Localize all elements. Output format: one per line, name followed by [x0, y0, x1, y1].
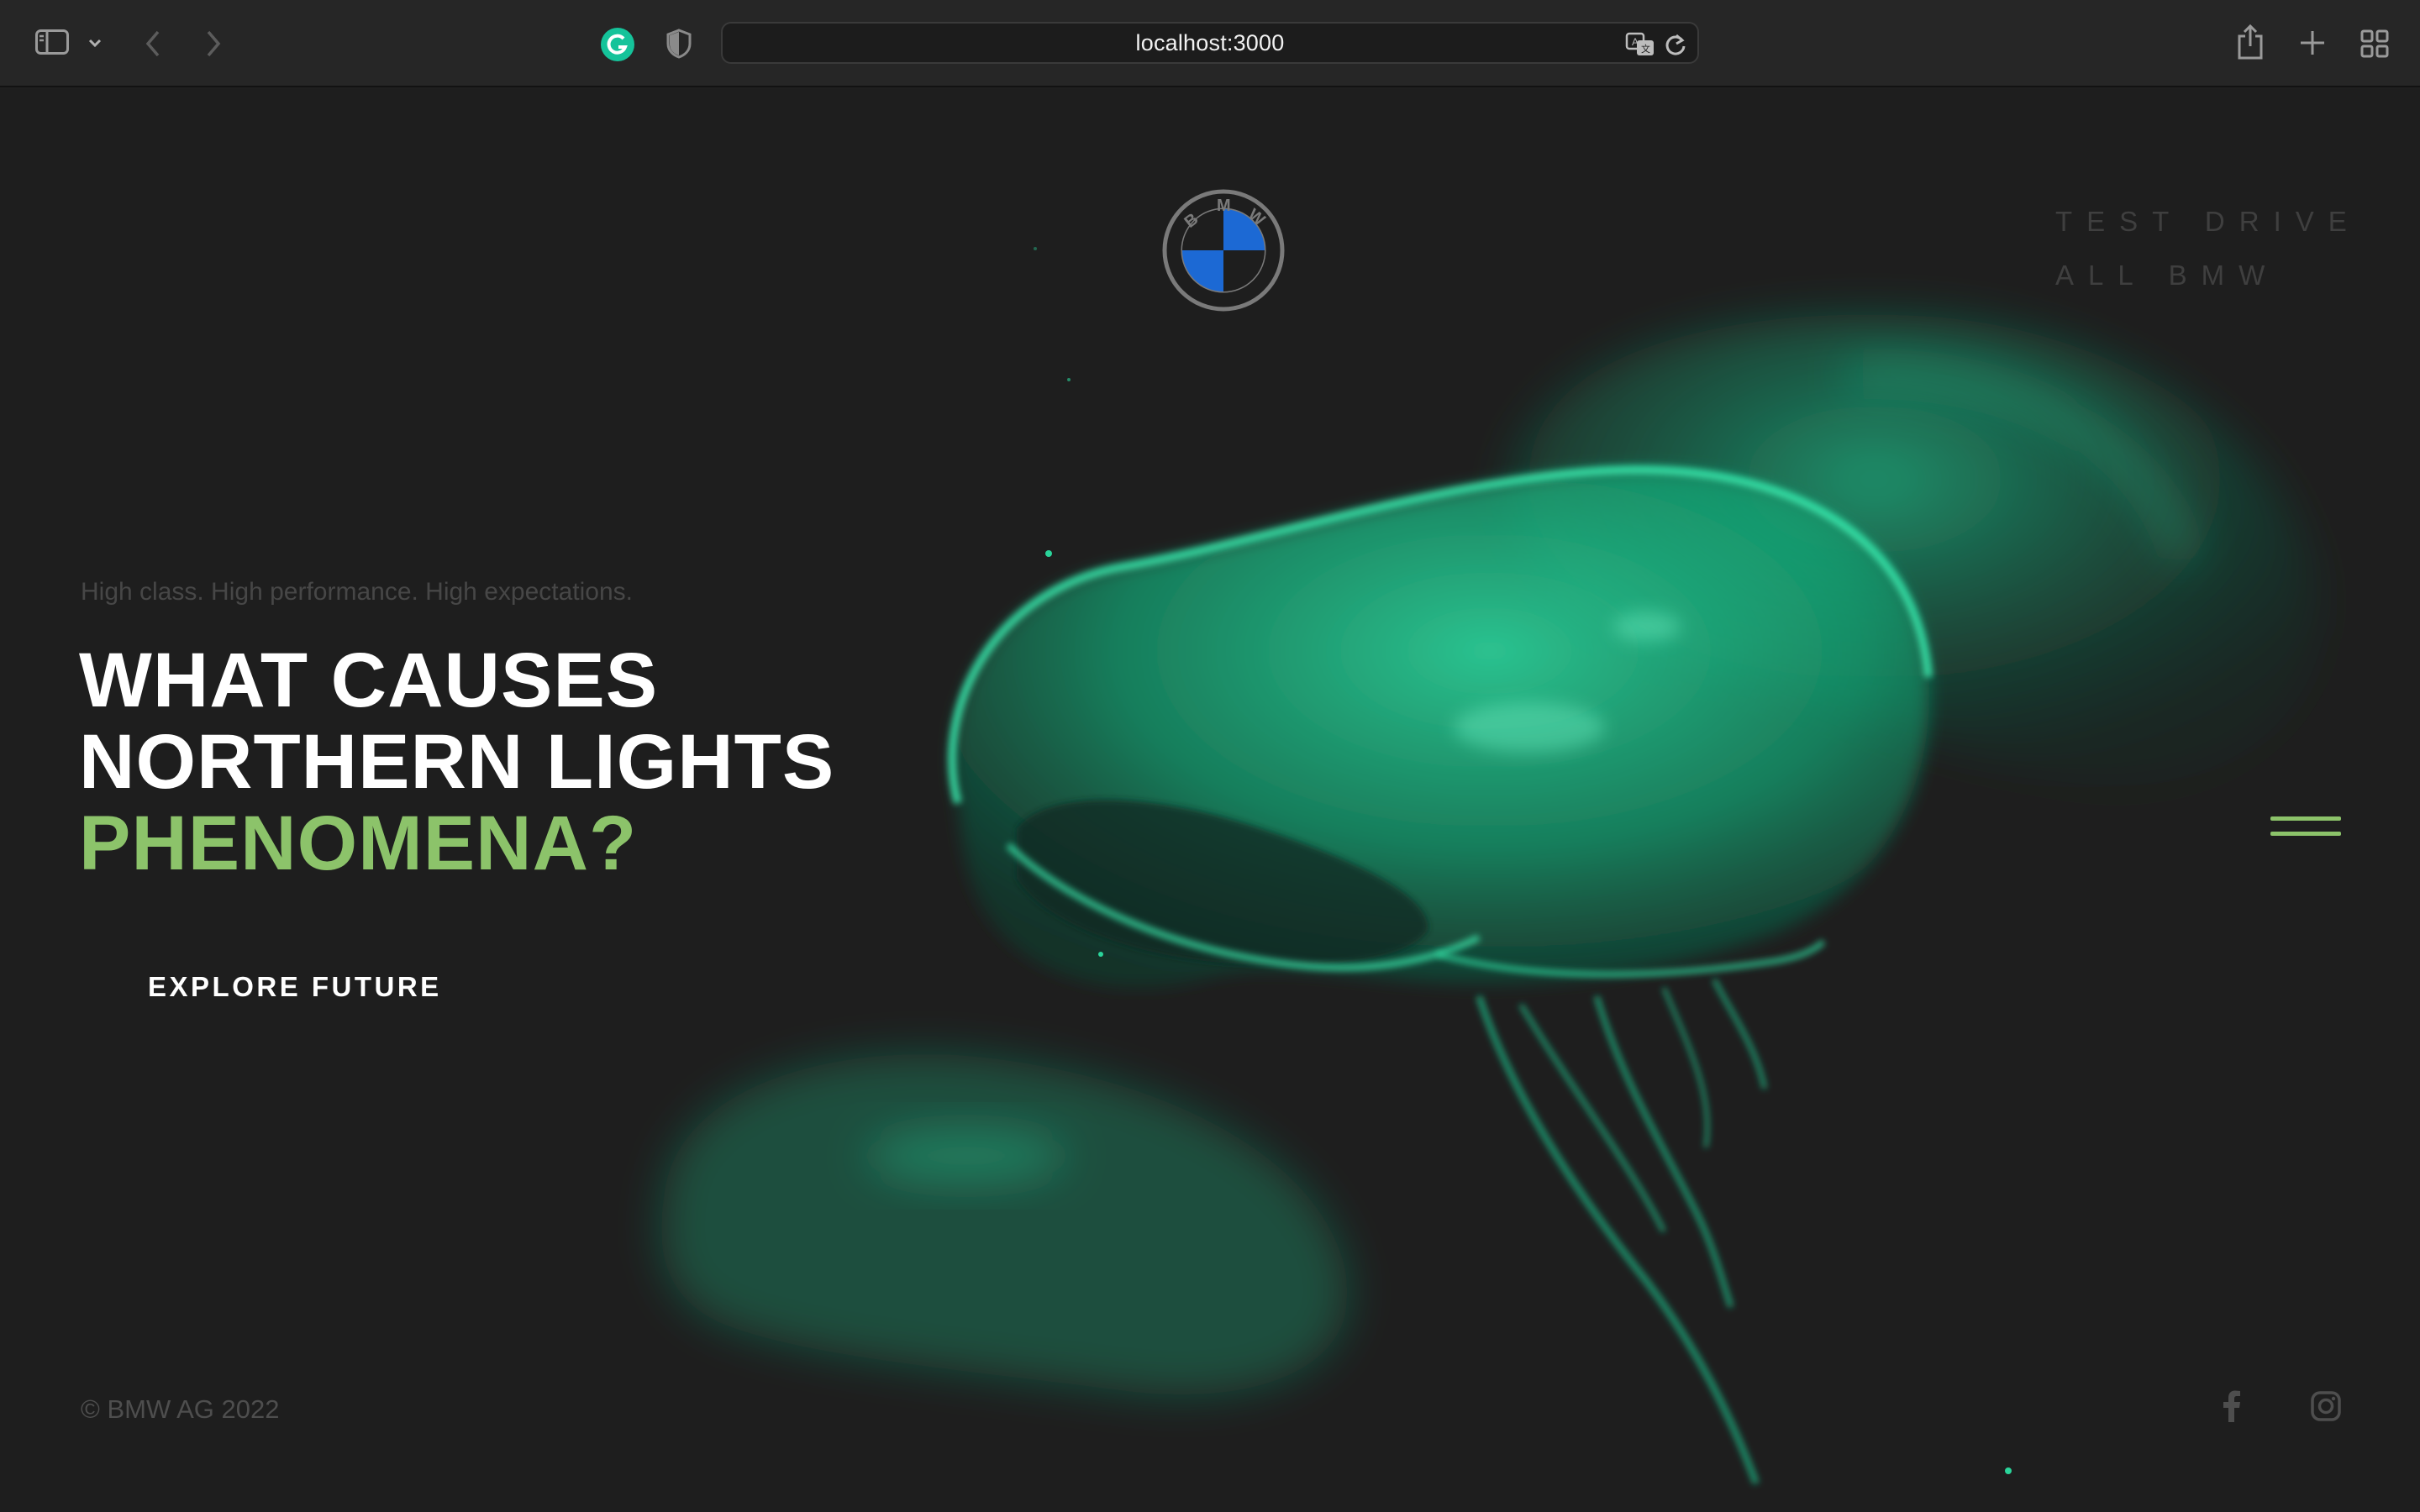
share-icon[interactable] [2232, 20, 2269, 64]
headline-line-2: NORTHERN LIGHTS [79, 719, 835, 805]
url-text[interactable]: localhost:3000 [723, 24, 1697, 62]
chevron-down-icon[interactable] [82, 29, 108, 57]
bmw-roundel-icon[interactable]: B M W [1161, 188, 1286, 312]
svg-text:A: A [1632, 36, 1639, 48]
instagram-icon[interactable] [2307, 1388, 2344, 1425]
top-nav-links: TEST DRIVE ALL BMW [2055, 195, 2361, 302]
browser-toolbar: localhost:3000 A 文 [0, 0, 2420, 87]
hamburger-menu-icon[interactable] [2270, 810, 2341, 843]
grammarly-icon[interactable] [598, 25, 637, 64]
sidebar-icon[interactable] [30, 25, 74, 59]
all-bmw-link[interactable]: ALL BMW [2055, 249, 2361, 302]
tab-grid-icon[interactable] [2356, 25, 2393, 62]
plus-icon[interactable] [2294, 24, 2331, 62]
back-arrow-icon[interactable] [134, 24, 171, 64]
test-drive-link[interactable]: TEST DRIVE [2055, 195, 2361, 249]
facebook-icon[interactable] [2213, 1388, 2250, 1425]
address-bar[interactable]: localhost:3000 A 文 [721, 22, 1699, 64]
svg-text:文: 文 [1641, 43, 1650, 55]
translate-icon[interactable]: A 文 [1623, 30, 1659, 59]
copyright-text: © BMW AG 2022 [81, 1394, 280, 1424]
shield-icon[interactable] [660, 25, 697, 62]
hero-headline: WHAT CAUSES NORTHERN LIGHTS PHENOMENA? [79, 640, 834, 885]
reload-icon[interactable] [1662, 30, 1689, 59]
forward-arrow-icon[interactable] [195, 24, 232, 64]
headline-line-1: WHAT CAUSES [79, 638, 659, 723]
explore-future-button[interactable]: EXPLORE FUTURE [148, 971, 442, 1003]
hero-tagline: High class. High performance. High expec… [81, 578, 633, 606]
headline-line-3: PHENOMENA? [79, 801, 638, 886]
hero-page: B M W TEST DRIVE ALL BMW High class. Hig… [0, 89, 2420, 1512]
svg-text:M: M [1217, 197, 1231, 215]
